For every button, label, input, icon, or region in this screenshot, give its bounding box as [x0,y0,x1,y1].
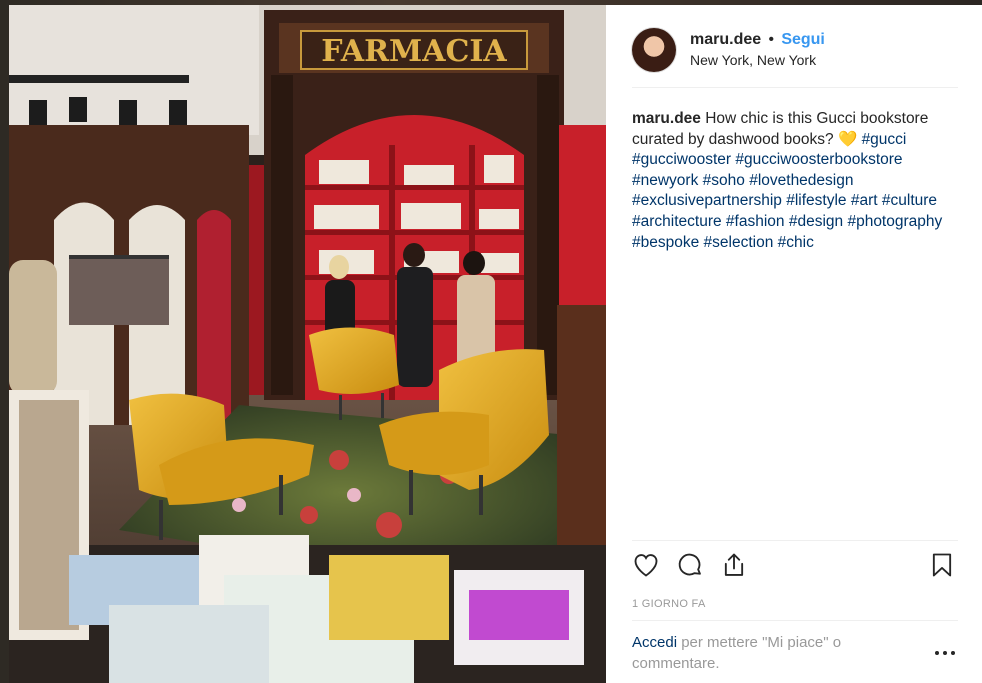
hashtag[interactable]: #culture [882,192,937,209]
follow-button[interactable]: Segui [781,31,825,48]
header-divider [632,87,958,88]
timestamp[interactable]: 1 GIORNO FA [632,598,706,610]
hashtag[interactable]: #newyork [632,172,698,189]
location-link[interactable]: New York, New York [690,52,825,70]
post-card: FARMACIA maru.dee • Segui New York, New … [9,5,982,683]
farmacia-sign: FARMACIA [321,34,507,69]
hashtag[interactable]: #selection [704,234,774,251]
more-options-icon[interactable] [934,645,956,655]
hashtag[interactable]: #lifestyle [786,192,846,209]
hashtag[interactable]: #gucciwooster [632,151,731,168]
hashtag[interactable]: #gucci [862,131,907,148]
hashtag[interactable]: #exclusivepartnership [632,192,782,209]
footer-divider [632,620,958,621]
post-sidebar: maru.dee • Segui New York, New York maru… [606,5,982,683]
bookstore-interior-image: FARMACIA [9,5,606,683]
username-link[interactable]: maru.dee [690,31,761,48]
avatar[interactable] [632,28,676,72]
hashtag[interactable]: #art [851,192,878,209]
post-header: maru.dee • Segui New York, New York [632,27,958,73]
hashtag[interactable]: #gucciwoosterbookstore [735,151,902,168]
comment-icon[interactable] [676,551,706,581]
hashtag[interactable]: #chic [778,234,814,251]
hashtag[interactable]: #bespoke [632,234,699,251]
login-link[interactable]: Accedi [632,634,677,651]
heart-icon[interactable] [632,551,662,581]
hashtag[interactable]: #soho [703,172,745,189]
hashtag[interactable]: #lovethedesign [749,172,853,189]
share-icon[interactable] [720,551,750,581]
bookmark-icon[interactable] [928,551,958,581]
user-block: maru.dee • Segui New York, New York [690,30,825,70]
login-prompt: Accedi per mettere "Mi piace" o commenta… [632,632,902,674]
actions-divider [632,540,958,541]
hashtag[interactable]: #fashion [726,213,785,230]
separator-dot: • [768,31,774,49]
action-bar [632,551,958,585]
hashtag[interactable]: #design [789,213,843,230]
hashtag[interactable]: #photography [847,213,942,230]
hashtag[interactable]: #architecture [632,213,722,230]
post-photo[interactable]: FARMACIA [9,5,606,683]
caption-username[interactable]: maru.dee [632,110,701,127]
caption: maru.dee How chic is this Gucci bookstor… [632,109,964,253]
